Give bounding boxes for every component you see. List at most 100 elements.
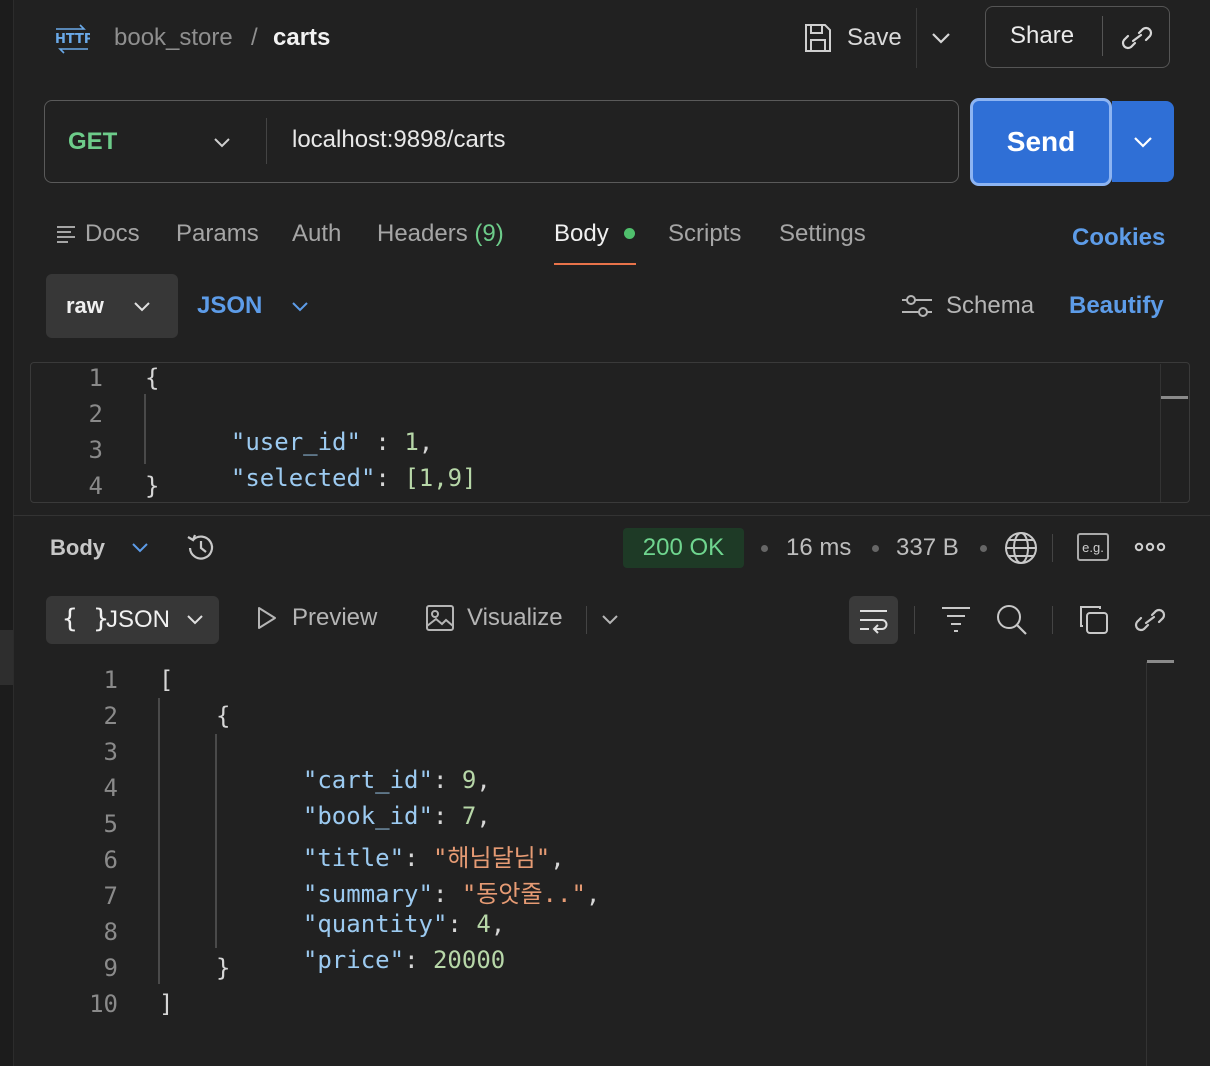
docs-icon bbox=[57, 226, 75, 243]
history-icon[interactable] bbox=[184, 531, 218, 565]
code-token: ] bbox=[159, 990, 174, 1018]
play-icon bbox=[258, 607, 276, 629]
body-language-selector[interactable]: JSON bbox=[197, 292, 262, 320]
response-chevron-down-icon[interactable] bbox=[128, 538, 152, 558]
code-token: } bbox=[145, 472, 160, 500]
json-key: "selected" bbox=[230, 464, 376, 492]
json-colon: : bbox=[375, 464, 405, 492]
code-line: "price": 20000 bbox=[302, 946, 506, 974]
response-section-label[interactable]: Body bbox=[50, 535, 105, 561]
line-number: 2 bbox=[88, 400, 103, 428]
response-time[interactable]: 16 ms bbox=[786, 534, 851, 562]
indent-guide bbox=[215, 734, 217, 948]
line-number: 4 bbox=[88, 472, 103, 500]
body-language-chevron-down-icon[interactable] bbox=[288, 295, 312, 317]
visualize-button[interactable]: Visualize bbox=[425, 604, 563, 632]
json-array: [1,9] bbox=[404, 464, 477, 492]
search-icon[interactable] bbox=[995, 603, 1029, 637]
save-options-chevron-down-icon[interactable] bbox=[928, 24, 954, 52]
request-editor-scrollbar[interactable] bbox=[1161, 396, 1188, 399]
left-sidebar-edge bbox=[0, 0, 14, 1066]
body-mode-chevron-down-icon[interactable] bbox=[130, 295, 154, 317]
save-button[interactable]: Save bbox=[803, 20, 902, 56]
tab-headers[interactable]: Headers (9) bbox=[377, 220, 504, 248]
schema-label: Schema bbox=[946, 292, 1035, 319]
image-icon bbox=[426, 605, 454, 631]
meta-separator bbox=[980, 545, 987, 552]
response-editor-scrollbar[interactable] bbox=[1147, 660, 1174, 663]
tab-docs-label: Docs bbox=[85, 220, 140, 247]
pane-divider[interactable] bbox=[13, 515, 1210, 516]
schema-button[interactable]: Schema bbox=[900, 292, 1034, 320]
code-token: } bbox=[216, 954, 231, 982]
json-comma: , bbox=[585, 880, 601, 908]
link-icon[interactable] bbox=[1133, 604, 1167, 636]
save-icon bbox=[805, 24, 831, 52]
tab-docs[interactable]: Docs bbox=[55, 220, 140, 248]
filter-icon[interactable] bbox=[940, 604, 972, 634]
save-label: Save bbox=[847, 24, 902, 51]
tab-params[interactable]: Params bbox=[176, 220, 259, 248]
method-chevron-down-icon[interactable] bbox=[210, 130, 234, 154]
line-number: 1 bbox=[88, 364, 103, 392]
body-mode-label[interactable]: raw bbox=[66, 293, 104, 319]
send-chevron-down-icon bbox=[1134, 137, 1152, 148]
status-badge[interactable]: 200 OK bbox=[623, 528, 744, 568]
svg-text:HTTP: HTTP bbox=[55, 32, 90, 47]
globe-icon[interactable] bbox=[1003, 530, 1039, 566]
tab-body[interactable]: Body bbox=[554, 220, 609, 248]
tab-headers-label: Headers bbox=[377, 220, 468, 247]
save-divider bbox=[916, 8, 917, 68]
line-number: 1 bbox=[103, 666, 118, 694]
code-token: { bbox=[216, 702, 231, 730]
line-number: 4 bbox=[103, 774, 118, 802]
response-view-chevron-down-icon[interactable] bbox=[183, 608, 207, 630]
sidebar-collapse-handle[interactable] bbox=[0, 630, 13, 685]
response-size[interactable]: 337 B bbox=[896, 534, 959, 562]
response-editor-scrollbar-track bbox=[1146, 662, 1147, 1066]
preview-button[interactable]: Preview bbox=[254, 604, 377, 632]
share-label[interactable]: Share bbox=[1010, 22, 1074, 50]
line-number: 2 bbox=[103, 702, 118, 730]
share-divider bbox=[1102, 16, 1103, 56]
beautify-button[interactable]: Beautify bbox=[1069, 292, 1164, 320]
code-token: [ bbox=[159, 666, 174, 694]
line-number: 8 bbox=[103, 918, 118, 946]
visualize-label: Visualize bbox=[467, 604, 563, 631]
send-button[interactable]: Send bbox=[970, 98, 1112, 186]
breadcrumb-collection[interactable]: book_store bbox=[114, 24, 233, 52]
visualize-chevron-down-icon[interactable] bbox=[598, 608, 622, 630]
request-editor-scrollbar-track bbox=[1160, 364, 1161, 502]
tab-settings[interactable]: Settings bbox=[779, 220, 866, 248]
breadcrumb-request-name[interactable]: carts bbox=[273, 24, 330, 52]
line-number: 5 bbox=[103, 810, 118, 838]
line-number: 3 bbox=[88, 436, 103, 464]
code-line: "selected": [1,9] bbox=[202, 436, 477, 492]
copy-icon[interactable] bbox=[1078, 604, 1110, 636]
meta-separator bbox=[872, 545, 879, 552]
line-number: 9 bbox=[103, 954, 118, 982]
tab-scripts[interactable]: Scripts bbox=[668, 220, 741, 248]
toolbar-divider bbox=[586, 606, 587, 634]
line-number: 6 bbox=[103, 846, 118, 874]
active-tab-underline bbox=[554, 263, 636, 265]
response-view-label[interactable]: JSON bbox=[106, 606, 170, 634]
sliders-icon bbox=[902, 295, 932, 317]
json-number: 20000 bbox=[432, 946, 506, 974]
toolbar-divider bbox=[1052, 534, 1053, 562]
cookies-link[interactable]: Cookies bbox=[1072, 224, 1165, 252]
wrap-lines-button[interactable] bbox=[849, 596, 898, 644]
send-options-button[interactable] bbox=[1112, 101, 1174, 182]
headers-count-badge: (9) bbox=[474, 220, 504, 247]
body-modified-indicator bbox=[624, 228, 635, 239]
tab-auth[interactable]: Auth bbox=[292, 220, 341, 248]
indent-guide bbox=[144, 394, 146, 464]
method-selector[interactable]: GET bbox=[68, 128, 117, 156]
toolbar-divider bbox=[914, 606, 915, 634]
copy-link-icon[interactable] bbox=[1120, 22, 1154, 54]
more-options-icon[interactable] bbox=[1134, 538, 1166, 556]
url-input[interactable] bbox=[292, 126, 892, 154]
save-as-example-icon[interactable]: e.g. bbox=[1077, 533, 1109, 561]
line-number: 7 bbox=[103, 882, 118, 910]
url-divider bbox=[266, 118, 267, 164]
